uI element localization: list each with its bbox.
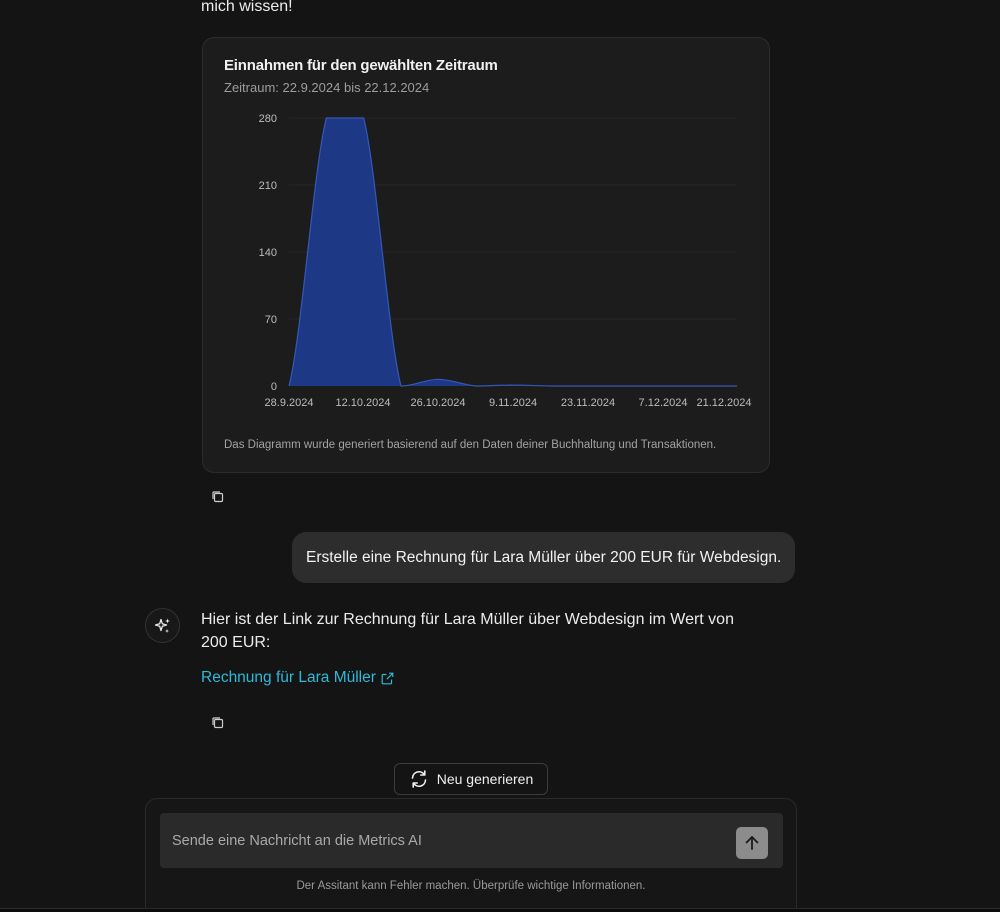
user-message-bubble: Erstelle eine Rechnung für Lara Müller ü… [292, 532, 796, 583]
x-tick-label: 28.9.2024 [265, 397, 314, 409]
x-tick-label: 23.11.2024 [561, 397, 615, 409]
x-tick-label: 12.10.2024 [335, 397, 390, 409]
y-tick-label: 70 [265, 314, 277, 326]
disclaimer-text: Der Assitant kann Fehler machen. Überprü… [296, 880, 646, 892]
x-tick-label: 21.12.2024 [696, 397, 751, 409]
copy-ai-message-button[interactable] [208, 713, 226, 731]
external-link-icon [381, 672, 394, 684]
regenerate-label: Neu generieren [436, 771, 534, 787]
copy-icon [211, 716, 223, 728]
copy-chart-message-button[interactable] [208, 487, 226, 505]
y-tick-label: 0 [271, 381, 277, 393]
invoice-link-label: Rechnung für Lara Müller [201, 669, 376, 686]
partial-previous-message: mich wissen! [201, 0, 293, 15]
user-message-text: Erstelle eine Rechnung für Lara Müller ü… [306, 548, 782, 566]
y-tick-label: 280 [259, 113, 277, 125]
chart-footnote: Das Diagramm wurde generiert basierend a… [224, 439, 717, 451]
ai-message-text: Hier ist der Link zur Rechnung für Lara … [201, 611, 734, 651]
regenerate-button[interactable]: Neu generieren [394, 763, 548, 795]
x-tick-label: 9.11.2024 [489, 397, 537, 409]
x-tick-label: 26.10.2024 [410, 397, 465, 409]
refresh-icon [411, 770, 427, 788]
sparkles-icon [154, 618, 170, 633]
message-composer: Der Assitant kann Fehler machen. Überprü… [145, 798, 797, 912]
invoice-link[interactable]: Rechnung für Lara Müller [201, 669, 394, 687]
chart-card: Einnahmen für den gewählten Zeitraum Zei… [202, 37, 770, 473]
copy-icon [211, 490, 223, 502]
chart-y-axis: 0 70 140 210 280 [259, 113, 277, 393]
ai-avatar [145, 608, 180, 643]
chart-x-axis: 28.9.2024 12.10.2024 26.10.2024 9.11.2024 23… [265, 397, 752, 409]
bottom-edge [0, 908, 1000, 912]
x-tick-label: 7.12.2024 [639, 397, 688, 409]
area-chart: 0 70 140 210 280 28.9.2024 12.10.2024 26.10.20… [259, 113, 752, 409]
y-tick-label: 210 [259, 180, 277, 192]
y-tick-label: 140 [259, 247, 277, 259]
arrow-up-icon [745, 836, 759, 850]
send-button[interactable] [736, 827, 768, 859]
message-input[interactable] [160, 813, 783, 868]
